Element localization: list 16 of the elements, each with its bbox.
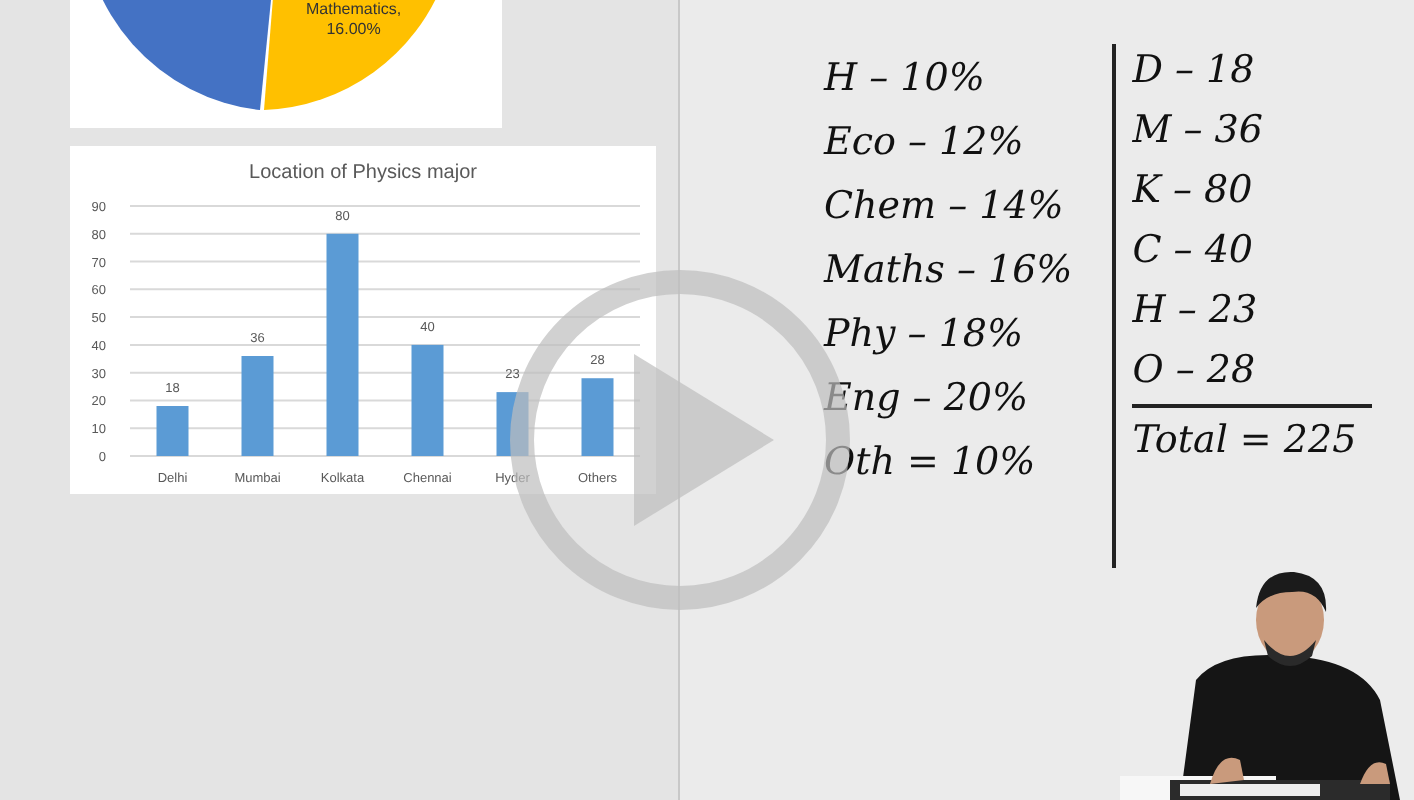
- handwritten-note: H – 23: [1132, 286, 1258, 336]
- handwritten-note: Phy – 18%: [824, 310, 1024, 360]
- handwritten-note: Eco – 12%: [824, 118, 1024, 168]
- handwritten-note: M – 36: [1132, 106, 1263, 156]
- handwritten-note: Maths – 16%: [824, 246, 1073, 296]
- handwritten-note: Eng – 20%: [824, 374, 1029, 424]
- pie-slice-label: Mathematics, 16.00%: [306, 0, 402, 40]
- chart-title: Location of Physics major: [247, 160, 479, 188]
- handwritten-note: Total = 225: [1132, 416, 1357, 466]
- handwritten-note: Chem – 14%: [824, 182, 1064, 232]
- handwritten-note: K – 80: [1132, 166, 1253, 216]
- handwritten-note: Oth = 10%: [824, 438, 1036, 488]
- handwritten-note: C – 40: [1132, 226, 1254, 276]
- handwritten-note: O – 28: [1132, 346, 1256, 396]
- handwritten-note: H – 10%: [824, 54, 985, 104]
- handwritten-note: D – 18: [1132, 46, 1255, 96]
